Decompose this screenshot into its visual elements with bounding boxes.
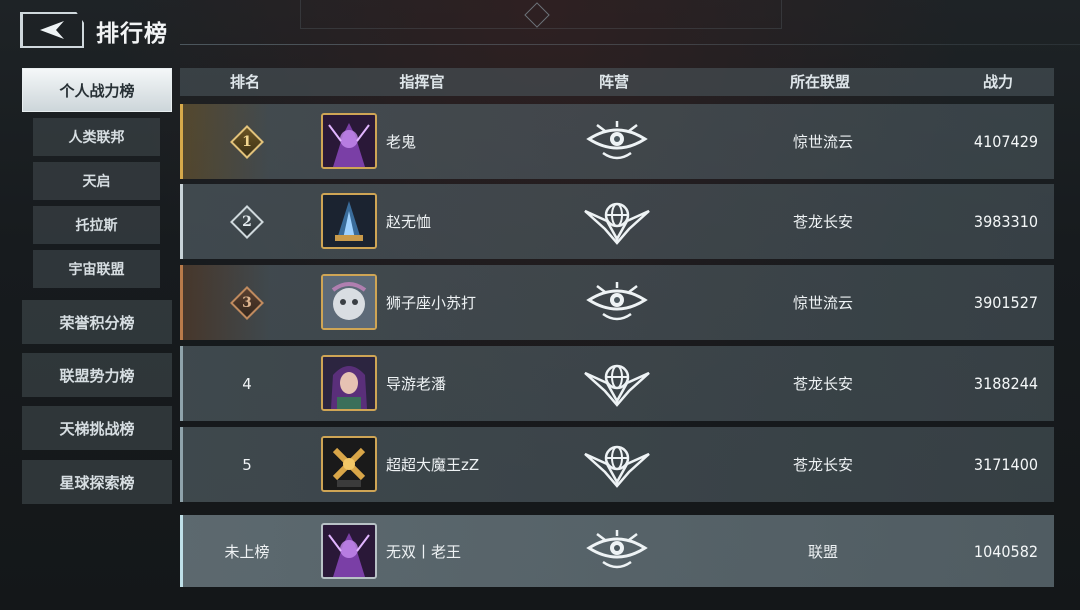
page-title: 排行榜 bbox=[96, 20, 168, 47]
rank-badge-silver: 2 bbox=[229, 204, 265, 240]
back-arrow-icon bbox=[39, 21, 64, 39]
rank-cell: 4 bbox=[207, 346, 287, 421]
sidebar-item-planet-exploration[interactable]: 星球探索榜 bbox=[22, 460, 172, 504]
winged-globe-emblem-icon bbox=[583, 445, 651, 487]
avatar[interactable] bbox=[321, 523, 377, 579]
sidebar-subitem-tianqi[interactable]: 天启 bbox=[33, 162, 160, 200]
power-value: 3171400 bbox=[973, 455, 1038, 474]
alliance-name: 联盟 bbox=[807, 542, 838, 561]
sidebar-item-honor-points[interactable]: 荣誉积分榜 bbox=[22, 300, 172, 344]
commander-name: 狮子座小苏打 bbox=[386, 294, 477, 312]
rank-cell: 3 bbox=[207, 265, 287, 340]
alliance-name: 惊世流云 bbox=[792, 294, 853, 312]
sidebar-subitem-human-federation[interactable]: 人类联邦 bbox=[33, 118, 160, 156]
top-bar: 排行榜 bbox=[0, 0, 1080, 62]
power-value: 3188244 bbox=[973, 374, 1038, 393]
commander-name: 老鬼 bbox=[386, 133, 417, 151]
rank-cell: 2 bbox=[207, 184, 287, 259]
rank-cell: 1 bbox=[207, 104, 287, 179]
eye-emblem-icon bbox=[587, 119, 647, 159]
commander-name: 无双丨老王 bbox=[386, 542, 462, 561]
rank-badge-gold: 1 bbox=[229, 124, 265, 160]
avatar[interactable] bbox=[321, 113, 377, 169]
faction-cell bbox=[583, 346, 651, 421]
faction-cell bbox=[583, 104, 651, 179]
winged-globe-emblem-icon bbox=[583, 202, 651, 244]
power-value: 4107429 bbox=[973, 132, 1038, 151]
sidebar-subitem-tolas[interactable]: 托拉斯 bbox=[33, 206, 160, 244]
rank-cell: 未上榜 bbox=[207, 515, 287, 587]
rank-number: 3 bbox=[242, 294, 252, 311]
rank-cell: 5 bbox=[207, 427, 287, 502]
sidebar-subitem-cosmic-alliance[interactable]: 宇宙联盟 bbox=[33, 250, 160, 288]
sidebar-item-personal-power[interactable]: 个人战力榜 bbox=[22, 68, 172, 112]
table-row[interactable]: 3 狮子座小苏打 惊世流云 3901527 bbox=[180, 265, 1054, 340]
sidebar-item-ladder-challenge[interactable]: 天梯挑战榜 bbox=[22, 406, 172, 450]
column-header-faction: 阵营 bbox=[598, 73, 630, 91]
power-value: 3983310 bbox=[973, 212, 1038, 231]
rank-status: 未上榜 bbox=[224, 542, 270, 561]
alliance-name: 惊世流云 bbox=[792, 133, 853, 151]
commander-name: 超超大魔王zZ bbox=[386, 456, 480, 474]
column-header-power: 战力 bbox=[982, 73, 1014, 91]
faction-cell bbox=[583, 515, 651, 587]
faction-cell bbox=[583, 427, 651, 502]
power-value: 1040582 bbox=[973, 541, 1038, 561]
my-rank-row[interactable]: 未上榜 无双丨老王 联盟 1040582 bbox=[180, 515, 1054, 587]
commander-name: 赵无恤 bbox=[386, 213, 432, 231]
avatar[interactable] bbox=[321, 274, 377, 330]
winged-globe-emblem-icon bbox=[583, 364, 651, 406]
table-header: 排名 指挥官 阵营 所在联盟 战力 bbox=[180, 68, 1054, 96]
column-header-alliance: 所在联盟 bbox=[789, 73, 851, 91]
table-row[interactable]: 2 赵无恤 苍龙长安 3983310 bbox=[180, 184, 1054, 259]
alliance-name: 苍龙长安 bbox=[792, 213, 853, 231]
header-divider bbox=[180, 44, 1080, 45]
avatar[interactable] bbox=[321, 193, 377, 249]
table-row[interactable]: 5 超超大魔王zZ 苍龙长安 3171400 bbox=[180, 427, 1054, 502]
avatar[interactable] bbox=[321, 436, 377, 492]
avatar[interactable] bbox=[321, 355, 377, 411]
table-row[interactable]: 4 导游老潘 苍龙长安 3188244 bbox=[180, 346, 1054, 421]
alliance-name: 苍龙长安 bbox=[792, 456, 853, 474]
eye-emblem-icon bbox=[587, 528, 647, 569]
power-value: 3901527 bbox=[973, 293, 1038, 312]
column-header-rank: 排名 bbox=[229, 73, 261, 91]
faction-cell bbox=[583, 265, 651, 340]
rank-number: 2 bbox=[242, 213, 252, 230]
sidebar-item-alliance-power[interactable]: 联盟势力榜 bbox=[22, 353, 172, 397]
rank-number: 5 bbox=[242, 455, 252, 474]
faction-cell bbox=[583, 184, 651, 259]
back-button[interactable] bbox=[20, 12, 84, 48]
rank-badge-bronze: 3 bbox=[229, 285, 265, 321]
table-row[interactable]: 1 老鬼 惊世流云 4107429 bbox=[180, 104, 1054, 179]
eye-emblem-icon bbox=[587, 280, 647, 320]
commander-name: 导游老潘 bbox=[386, 375, 447, 393]
rank-number: 1 bbox=[242, 133, 252, 150]
rank-number: 4 bbox=[242, 374, 252, 393]
alliance-name: 苍龙长安 bbox=[792, 375, 853, 393]
column-header-commander: 指挥官 bbox=[399, 73, 445, 91]
